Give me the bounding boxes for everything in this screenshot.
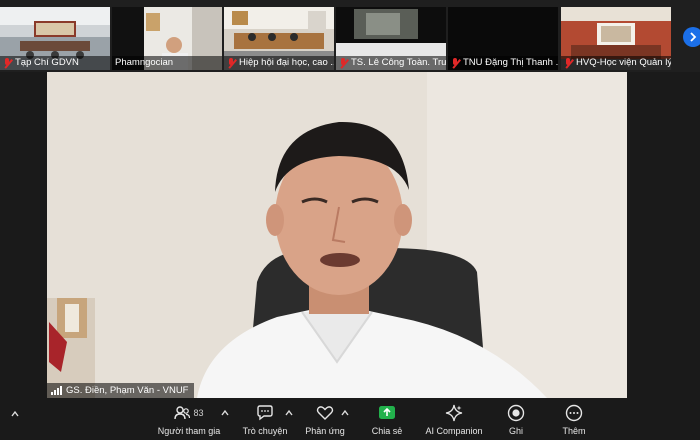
participant-tile[interactable]: HVQ-Học viện Quản lý...: [561, 7, 671, 70]
participants-label: Người tham gia: [157, 426, 221, 436]
participant-name: TNU Đặng Thị Thanh ...: [463, 57, 558, 68]
record-label: Ghi: [508, 426, 523, 436]
participant-tile[interactable]: Tạp Chí GDVN: [0, 7, 110, 70]
participant-name: Hiệp hội đại học, cao ...: [239, 57, 334, 68]
participant-name-bar: Tạp Chí GDVN: [0, 56, 110, 70]
active-speaker-label: GS. Điền, Phạm Văn - VNUF: [47, 383, 195, 398]
participant-name: Phamngocian: [115, 57, 174, 68]
participant-name: HVQ-Học viện Quản lý...: [576, 57, 671, 68]
mic-muted-icon: [339, 57, 348, 69]
participant-name-bar: TNU Đặng Thị Thanh ...: [448, 56, 558, 70]
participant-tile[interactable]: TNU Đặng Thị Thanh ...: [448, 7, 558, 70]
ai-companion-button[interactable]: AI Companion: [424, 403, 484, 437]
record-icon: [507, 404, 525, 422]
active-speaker-video: GS. Điền, Phạm Văn - VNUF: [47, 72, 627, 398]
share-screen-button[interactable]: Chia sẻ: [366, 403, 408, 437]
participant-tile[interactable]: TS. Lê Công Toàn. Trườ...: [336, 7, 446, 70]
chevron-right-icon: [690, 32, 697, 42]
ai-companion-label: AI Companion: [425, 426, 483, 436]
participant-name: TS. Lê Công Toàn. Trườ...: [351, 57, 446, 68]
active-speaker-name: GS. Điền, Phạm Văn - VNUF: [66, 385, 189, 396]
share-screen-icon: [379, 406, 395, 419]
participant-name: Tạp Chí GDVN: [15, 57, 79, 68]
mic-muted-icon: [451, 57, 460, 69]
participant-name-bar: TS. Lê Công Toàn. Trườ...: [336, 56, 446, 70]
participants-button[interactable]: 83 Người tham gia: [158, 403, 220, 437]
chevron-up-icon[interactable]: [11, 410, 19, 418]
sparkle-icon: [445, 404, 463, 422]
chevron-up-icon[interactable]: [285, 409, 293, 417]
heart-icon: [316, 406, 334, 420]
meeting-toolbar: 83 Người tham gia Trò chuyện Phản ứng Ch…: [0, 398, 700, 440]
signal-strength-icon: [51, 386, 62, 395]
more-icon: [565, 404, 583, 422]
mic-muted-icon: [227, 57, 236, 69]
share-label: Chia sẻ: [371, 426, 403, 436]
mic-muted-icon: [3, 57, 12, 69]
next-page-button[interactable]: [683, 27, 700, 47]
more-label: Thêm: [562, 426, 586, 436]
reactions-label: Phản ứng: [305, 426, 345, 436]
participants-count: 83: [193, 408, 204, 418]
chat-button[interactable]: Trò chuyện: [240, 403, 290, 437]
chat-icon: [257, 405, 273, 421]
participant-name-bar: Hiệp hội đại học, cao ...: [224, 56, 334, 70]
mic-muted-icon: [564, 57, 573, 69]
record-button[interactable]: Ghi: [500, 403, 532, 437]
participant-name-bar: HVQ-Học viện Quản lý...: [561, 56, 671, 70]
participant-tile[interactable]: Phamngocian: [112, 7, 222, 70]
more-button[interactable]: Thêm: [558, 403, 590, 437]
chevron-up-icon[interactable]: [341, 409, 349, 417]
chat-label: Trò chuyện: [242, 426, 288, 436]
speaker-video-frame: [47, 72, 627, 398]
participants-icon: [174, 406, 191, 420]
participant-strip: Tạp Chí GDVN Phamngocian Hiệp hội đại họ…: [0, 0, 700, 72]
participant-name-bar: Phamngocian: [112, 56, 222, 70]
chevron-up-icon[interactable]: [221, 409, 229, 417]
participant-tile[interactable]: Hiệp hội đại học, cao ...: [224, 7, 334, 70]
